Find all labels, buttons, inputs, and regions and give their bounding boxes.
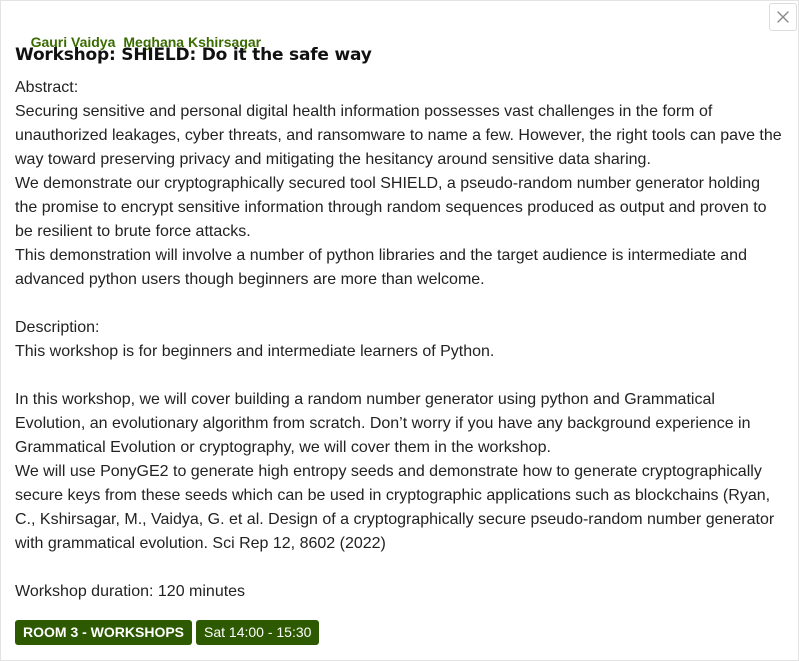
description-paragraph: In this workshop, we will cover building…: [15, 391, 755, 456]
abstract-paragraph: Securing sensitive and personal digital …: [15, 103, 787, 168]
workshop-duration: Workshop duration: 120 minutes: [15, 583, 246, 600]
session-tags: ROOM 3 - WORKSHOPS Sat 14:00 - 15:30: [15, 620, 320, 645]
time-badge[interactable]: Sat 14:00 - 15:30: [196, 620, 320, 645]
room-badge[interactable]: ROOM 3 - WORKSHOPS: [15, 620, 193, 645]
close-button[interactable]: [769, 3, 797, 31]
abstract-heading: Abstract:: [15, 79, 79, 96]
abstract-paragraph: This demonstration will involve a number…: [15, 247, 752, 288]
session-title: Workshop: SHIELD: Do it the safe way: [15, 45, 372, 65]
close-icon: [777, 11, 789, 23]
description-paragraph: We will use PonyGE2 to generate high ent…: [15, 463, 779, 552]
description-heading: Description:: [15, 319, 100, 336]
session-detail-modal: Gauri Vaidya Meghana Kshirsagar Workshop:…: [0, 0, 799, 661]
description-intro: This workshop is for beginners and inter…: [15, 343, 495, 360]
session-description: Abstract: Securing sensitive and persona…: [15, 76, 785, 604]
abstract-paragraph: We demonstrate our cryptographically sec…: [15, 175, 772, 240]
